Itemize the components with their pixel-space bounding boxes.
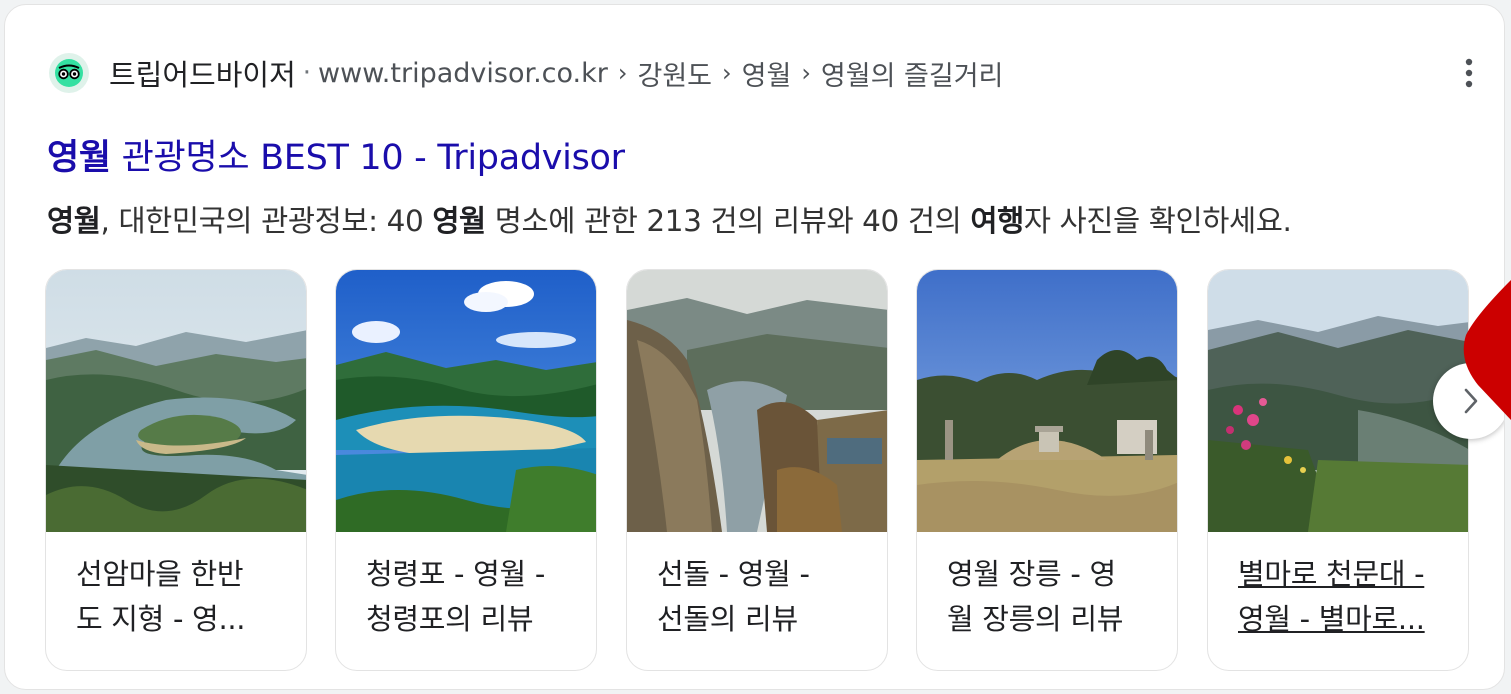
caption-line: 청령포 - 영월 -	[366, 557, 545, 591]
more-vert-icon	[1465, 58, 1473, 88]
caption-line: 별마로 천문대 -	[1238, 557, 1425, 591]
caption-line: 영월 장릉 - 영	[947, 557, 1116, 591]
attraction-card[interactable]: 별마로 천문대 - 영월 - 별마로...	[1207, 269, 1469, 671]
breadcrumb-item: 영월의 즐길거리	[820, 60, 1004, 92]
title-keyword: 영월	[47, 138, 111, 178]
caption-line: 선돌 - 영월 -	[657, 557, 810, 591]
snippet-text: 명소에 관한 213 건의 리뷰와 40 건의	[485, 204, 971, 238]
attraction-caption: 청령포 - 영월 - 청령포의 리뷰	[366, 552, 581, 642]
breadcrumb-item: 영월	[741, 60, 792, 92]
snippet-keyword: 여행	[970, 204, 1024, 238]
tripadvisor-owl-icon	[49, 53, 89, 93]
more-options-button[interactable]	[1451, 53, 1487, 93]
result-source[interactable]: 트립어드바이저 · www.tripadvisor.co.kr › 강원도 › …	[49, 49, 1003, 97]
attraction-photo	[917, 270, 1177, 532]
result-title-link[interactable]: 영월 관광명소 BEST 10 - Tripadvisor	[47, 129, 625, 180]
attraction-caption: 별마로 천문대 - 영월 - 별마로...	[1238, 552, 1453, 642]
title-text: 관광명소 BEST 10 - Tripadvisor	[110, 138, 625, 178]
site-name: 트립어드바이저	[109, 58, 296, 92]
caption-line: 선돌의 리뷰	[657, 602, 798, 636]
snippet-keyword: 영월	[432, 204, 486, 238]
attraction-caption: 영월 장릉 - 영 월 장릉의 리뷰	[947, 552, 1162, 642]
caption-line: 월 장릉의 리뷰	[947, 602, 1124, 636]
breadcrumb-arrow: ›	[722, 59, 732, 87]
result-snippet: 영월, 대한민국의 관광정보: 40 영월 명소에 관한 213 건의 리뷰와 …	[47, 198, 1292, 240]
attraction-photo	[1208, 270, 1468, 532]
breadcrumb-item: 강원도	[637, 60, 713, 92]
attraction-card[interactable]: 청령포 - 영월 - 청령포의 리뷰	[335, 269, 597, 671]
snippet-keyword: 영월	[47, 204, 101, 238]
caption-line: 도 지형 - 영...	[76, 602, 246, 636]
attraction-card[interactable]: 선돌 - 영월 - 선돌의 리뷰	[626, 269, 888, 671]
attraction-photo	[627, 270, 887, 532]
breadcrumb-arrow: ›	[801, 59, 811, 87]
breadcrumb-arrow: ›	[617, 59, 628, 87]
site-url: www.tripadvisor.co.kr	[318, 57, 608, 89]
caption-line: 선암마을 한반	[76, 557, 244, 591]
separator: ·	[302, 58, 312, 88]
attraction-photo	[336, 270, 596, 532]
caption-line: 영월 - 별마로...	[1238, 602, 1425, 636]
attraction-card[interactable]: 영월 장릉 - 영 월 장릉의 리뷰	[916, 269, 1178, 671]
snippet-text: , 대한민국의 관광정보: 40	[100, 204, 433, 238]
caption-line: 청령포의 리뷰	[366, 602, 534, 636]
snippet-text: 자 사진을 확인하세요.	[1023, 204, 1292, 238]
red-marker-shape	[1463, 280, 1511, 420]
attraction-photo	[46, 270, 306, 532]
attraction-card[interactable]: 선암마을 한반 도 지형 - 영...	[45, 269, 307, 671]
attraction-caption: 선돌 - 영월 - 선돌의 리뷰	[657, 552, 872, 642]
search-result-card: 트립어드바이저 · www.tripadvisor.co.kr › 강원도 › …	[4, 4, 1505, 690]
attraction-caption: 선암마을 한반 도 지형 - 영...	[76, 552, 291, 642]
